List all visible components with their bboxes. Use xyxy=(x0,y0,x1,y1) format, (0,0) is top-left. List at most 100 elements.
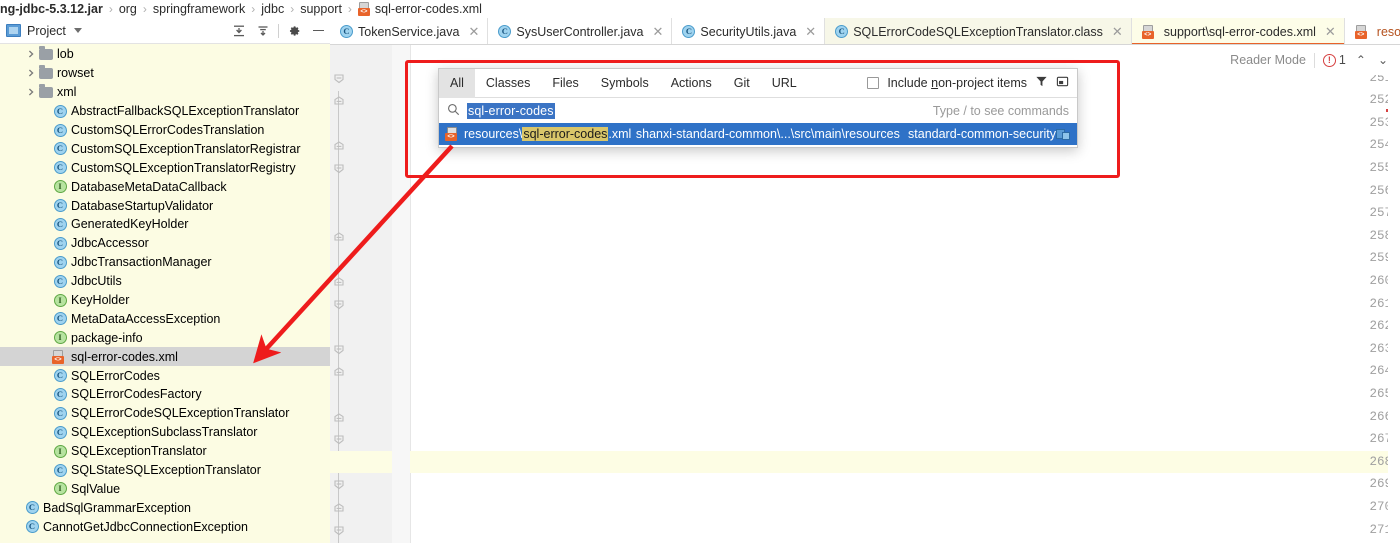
editor-scrollbar[interactable] xyxy=(1388,75,1400,543)
tree-row[interactable]: I KeyHolder xyxy=(0,291,330,310)
xml-file-icon: <> xyxy=(52,349,68,364)
tree-row[interactable]: C CustomSQLErrorCodesTranslation xyxy=(0,121,330,140)
tree-row[interactable]: C AbstractFallbackSQLExceptionTranslator xyxy=(0,102,330,121)
tree-row[interactable]: C SQLErrorCodeSQLExceptionTranslator xyxy=(0,404,330,423)
editor-tab[interactable]: C SecurityUtils.java ✕ xyxy=(672,18,826,44)
search-scope-tab-files[interactable]: Files xyxy=(541,69,589,98)
previous-problem-icon[interactable]: ⌃ xyxy=(1354,53,1368,67)
tree-row[interactable]: I SqlValue xyxy=(0,479,330,498)
fold-marker-icon[interactable] xyxy=(332,344,346,354)
breadcrumb-item-org[interactable]: org xyxy=(119,2,137,16)
tree-row[interactable]: Ipackage-info xyxy=(0,328,330,347)
fold-marker-icon[interactable] xyxy=(332,140,346,150)
hide-panel-button[interactable] xyxy=(306,19,330,43)
fold-marker-icon[interactable] xyxy=(332,299,346,309)
error-badge[interactable]: ! 1 xyxy=(1322,53,1346,67)
tree-row[interactable]: C BadSqlGrammarException xyxy=(0,498,330,517)
tree-row[interactable]: C MetaDataAccessException xyxy=(0,309,330,328)
fold-marker-icon[interactable] xyxy=(332,276,346,286)
close-icon[interactable]: ✕ xyxy=(1112,25,1123,38)
tree-row[interactable]: C CustomSQLExceptionTranslatorRegistry xyxy=(0,158,330,177)
search-result-row[interactable]: <> resources\ sql-error-codes .xml shanxi-… xyxy=(439,123,1077,145)
search-scope-tab-actions[interactable]: Actions xyxy=(660,69,723,98)
breadcrumb-item-support[interactable]: support xyxy=(300,2,342,16)
project-tree[interactable]: lob rowset xml C AbstractFallbackSQLExceptio… xyxy=(0,44,330,543)
fold-marker-icon[interactable] xyxy=(332,95,346,105)
tree-row[interactable]: C SQLErrorCodesFactory xyxy=(0,385,330,404)
close-icon[interactable]: ✕ xyxy=(805,25,816,38)
preview-toggle-icon[interactable] xyxy=(1056,75,1069,91)
settings-button[interactable] xyxy=(282,19,306,43)
project-panel-title[interactable]: Project xyxy=(27,24,66,38)
tree-row[interactable]: C CustomSQLExceptionTranslatorRegistrar xyxy=(0,139,330,158)
interface-icon: I xyxy=(52,444,68,458)
tree-row[interactable]: lob xyxy=(0,45,330,64)
tree-row[interactable]: C JdbcAccessor xyxy=(0,234,330,253)
editor-fold-column[interactable] xyxy=(392,45,410,543)
fold-marker-icon[interactable] xyxy=(332,502,346,512)
fold-marker-icon[interactable] xyxy=(332,163,346,174)
tree-row[interactable]: C SQLErrorCodes xyxy=(0,366,330,385)
editor-tab[interactable]: C TokenService.java ✕ xyxy=(330,18,489,44)
tree-row[interactable]: rowset xyxy=(0,64,330,83)
class-icon: C xyxy=(52,123,68,137)
include-non-project-label[interactable]: Include non-project items xyxy=(887,76,1027,90)
editor-tab[interactable]: C SQLErrorCodeSQLExceptionTranslator.clas… xyxy=(825,18,1132,44)
tree-expand-arrow-icon[interactable] xyxy=(24,88,38,96)
search-scope-tab-all[interactable]: All xyxy=(439,68,475,98)
breadcrumb-item-file[interactable]: <> sql-error-codes.xml xyxy=(357,2,482,16)
tree-row[interactable]: C CannotGetJdbcConnectionException xyxy=(0,517,330,536)
breadcrumb-item-jar[interactable]: ng-jdbc-5.3.12.jar xyxy=(0,2,103,16)
tree-row-selected[interactable]: <> sql-error-codes.xml xyxy=(0,347,330,367)
ide-window: ng-jdbc-5.3.12.jar › org › springframewo… xyxy=(0,0,1400,543)
tree-row[interactable]: C JdbcTransactionManager xyxy=(0,253,330,272)
fold-marker-icon[interactable] xyxy=(332,479,346,490)
tree-row[interactable]: C DatabaseStartupValidator xyxy=(0,196,330,215)
close-icon[interactable]: ✕ xyxy=(468,25,479,38)
search-scope-tab-git[interactable]: Git xyxy=(723,69,761,98)
search-everywhere-tabs[interactable]: All Classes Files Symbols Actions Git URL Inclu… xyxy=(439,68,1077,98)
fold-marker-icon[interactable] xyxy=(332,525,346,535)
fold-marker-icon[interactable] xyxy=(332,231,346,241)
collapse-all-button[interactable] xyxy=(227,19,251,43)
tree-row[interactable]: C JdbcUtils xyxy=(0,272,330,291)
chevron-down-icon[interactable] xyxy=(73,28,82,33)
search-scope-tab-classes[interactable]: Classes xyxy=(475,69,541,98)
editor-tab[interactable]: <> support\sql-error-codes.xml ✕ xyxy=(1131,18,1345,44)
close-icon[interactable]: ✕ xyxy=(1325,25,1336,38)
search-scope-tab-url[interactable]: URL xyxy=(761,69,808,98)
next-problem-icon[interactable]: ⌄ xyxy=(1376,53,1390,67)
tree-item-label: SQLExceptionSubclassTranslator xyxy=(71,425,258,440)
class-icon: C xyxy=(52,104,68,118)
tree-expand-arrow-icon[interactable] xyxy=(24,50,38,58)
tree-expand-arrow-icon[interactable] xyxy=(24,69,38,77)
reader-mode-toggle[interactable]: Reader Mode xyxy=(1230,53,1306,67)
breadcrumb-item-springframework[interactable]: springframework xyxy=(153,2,245,16)
include-non-project-checkbox[interactable] xyxy=(867,77,880,89)
breadcrumb: ng-jdbc-5.3.12.jar › org › springframewo… xyxy=(0,0,1400,18)
funnel-icon[interactable] xyxy=(1035,75,1048,91)
editor-tab-bar[interactable]: C TokenService.java ✕ C SysUserController.ja… xyxy=(330,18,1400,45)
editor-tab[interactable]: C SysUserController.java ✕ xyxy=(488,18,673,44)
code-line-250[interactable]: <value>21000,23505</value> xyxy=(418,45,668,85)
tree-row[interactable]: C SQLExceptionSubclassTranslator xyxy=(0,423,330,442)
tree-row[interactable]: I DatabaseMetaDataCallback xyxy=(0,177,330,196)
tree-row[interactable]: C SQLStateSQLExceptionTranslator xyxy=(0,461,330,480)
tree-row[interactable]: I SQLExceptionTranslator xyxy=(0,442,330,461)
class-icon: C xyxy=(24,520,40,534)
close-icon[interactable]: ✕ xyxy=(653,25,664,38)
breadcrumb-item-jdbc[interactable]: jdbc xyxy=(261,2,284,16)
search-everywhere-input-row[interactable]: sql-error-codes Type / to see commands xyxy=(439,98,1077,123)
expand-all-button[interactable] xyxy=(251,19,275,43)
tree-row[interactable]: C GeneratedKeyHolder xyxy=(0,215,330,234)
folder-icon xyxy=(38,84,54,98)
search-everywhere-popup: All Classes Files Symbols Actions Git URL Inclu… xyxy=(438,68,1078,148)
search-input[interactable]: sql-error-codes xyxy=(467,102,555,119)
fold-marker-icon[interactable] xyxy=(332,412,346,422)
editor-tab[interactable]: <> resources\s xyxy=(1344,18,1400,44)
tree-row[interactable]: xml xyxy=(0,83,330,102)
fold-marker-icon[interactable] xyxy=(332,73,346,83)
search-scope-tab-symbols[interactable]: Symbols xyxy=(590,69,660,98)
fold-marker-icon[interactable] xyxy=(332,366,346,376)
fold-marker-icon[interactable] xyxy=(332,434,346,445)
